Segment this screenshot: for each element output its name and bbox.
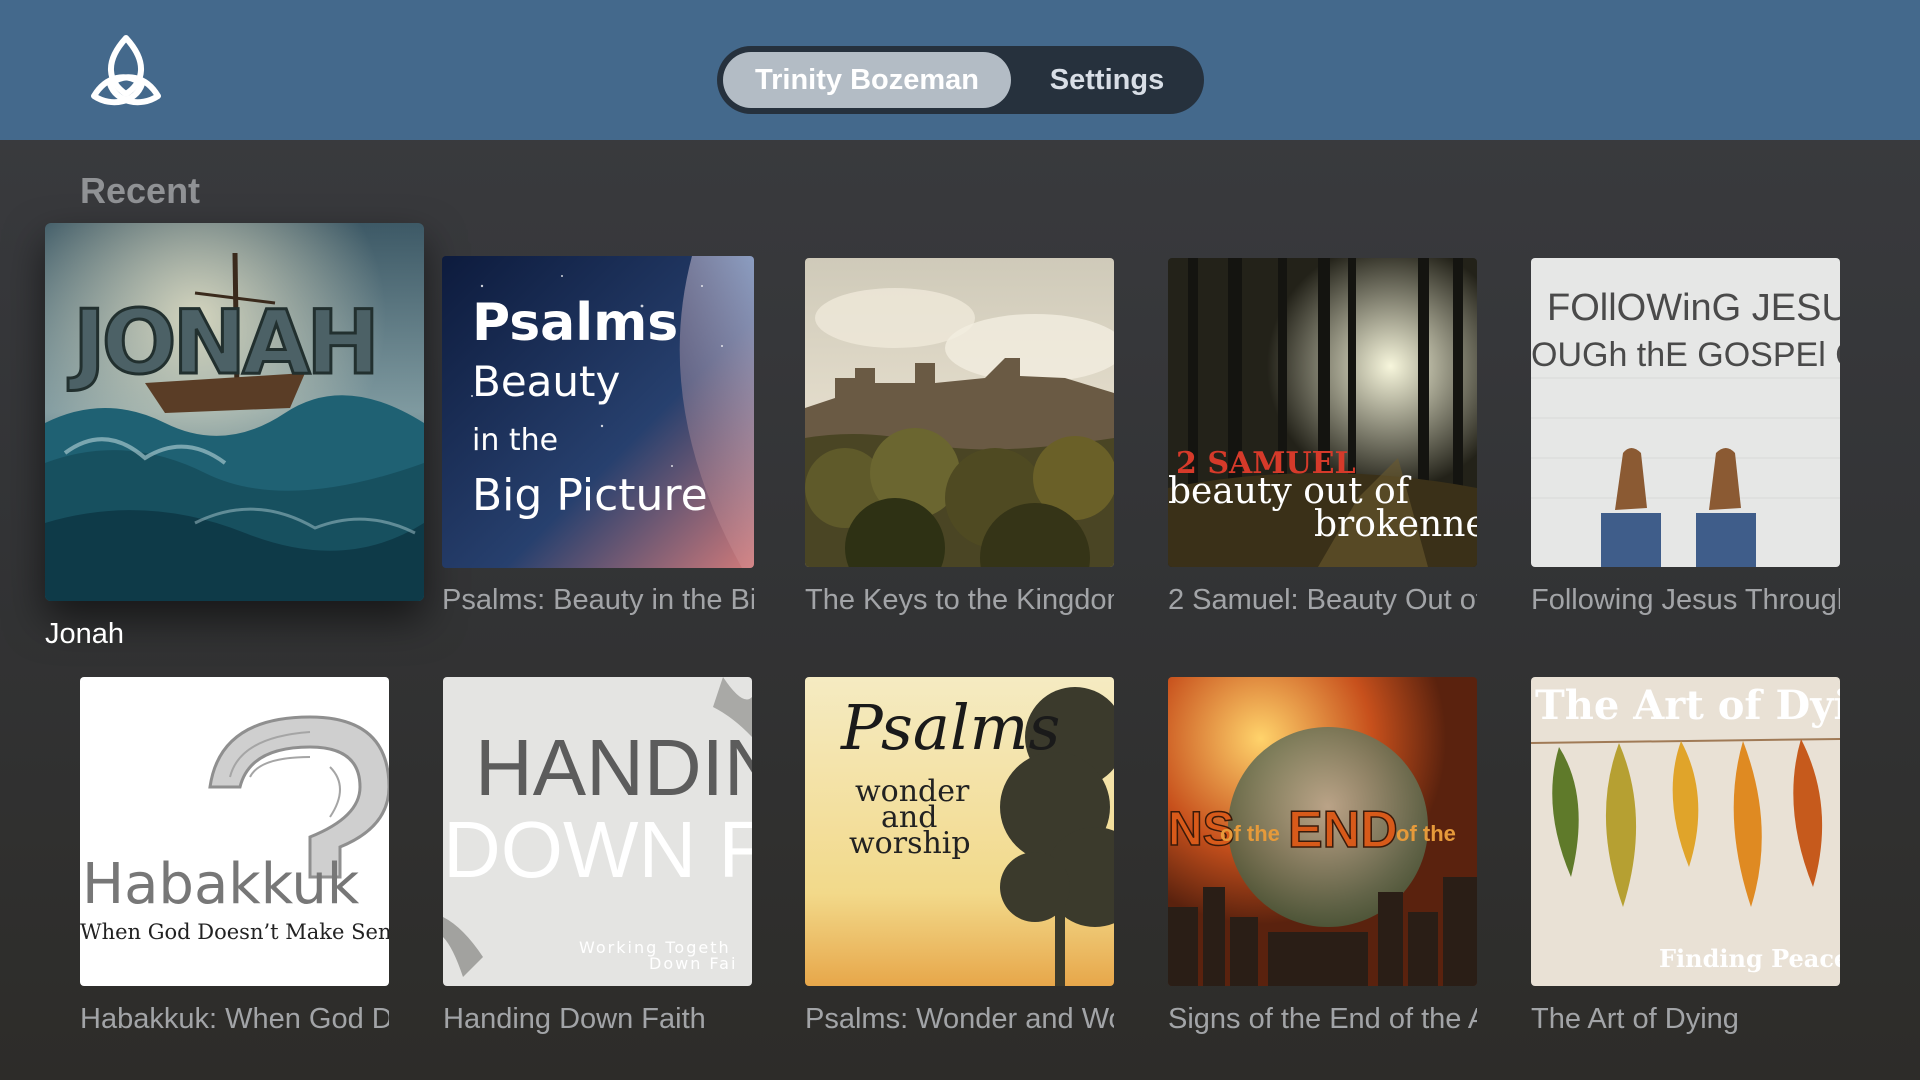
series-card-keys-kingdom[interactable]: The Keys to the Kingdom xyxy=(805,258,1114,626)
series-title: The Art of Dying xyxy=(1531,1003,1739,1035)
series-artwork: The Art of Dying Finding Peace xyxy=(1531,677,1840,986)
series-card-psalms-wonder[interactable]: Psalms wonder and worship Psalms: Wonder… xyxy=(805,677,1114,1045)
series-card-psalms-beauty[interactable]: Psalms Beauty in the Big Picture Psalms:… xyxy=(442,256,754,626)
series-card-habakkuk[interactable]: Habakkuk When God Doesn’t Make Sense Hab… xyxy=(80,677,389,1045)
triquetra-icon xyxy=(86,32,166,108)
artwork-text: Psalms xyxy=(472,293,678,353)
series-artwork: Psalms Beauty in the Big Picture xyxy=(442,256,754,568)
series-card-art-of-dying[interactable]: The Art of Dying Finding Peace The Art o… xyxy=(1531,677,1840,1045)
series-title: Signs of the End of the Age xyxy=(1168,1003,1477,1035)
artwork-text: END xyxy=(1288,801,1398,859)
series-artwork xyxy=(805,258,1114,567)
artwork-text: FOllOWinG JESUS xyxy=(1547,287,1840,329)
artwork-text: When God Doesn’t Make Sense xyxy=(80,920,389,944)
artwork-text: of the xyxy=(1220,821,1280,846)
top-bar: Trinity Bozeman Settings xyxy=(0,0,1920,140)
top-tab-bar: Trinity Bozeman Settings xyxy=(717,46,1204,114)
series-artwork: 2 SAMUEL beauty out of brokenne xyxy=(1168,258,1477,567)
series-card-following-jesus[interactable]: FOllOWinG JESUS OUGh thE GOSPEl OF MA Fo… xyxy=(1531,258,1840,626)
series-artwork: FOllOWinG JESUS OUGh thE GOSPEl OF MA xyxy=(1531,258,1840,567)
artwork-text: Beauty xyxy=(472,357,620,406)
series-card-jonah[interactable]: JONAH Jonah xyxy=(45,223,424,663)
series-artwork: Psalms wonder and worship xyxy=(805,677,1114,986)
tab-trinity-bozeman[interactable]: Trinity Bozeman xyxy=(723,52,1011,108)
jonah-art-text: JONAH xyxy=(68,291,376,394)
artwork-text: Big Picture xyxy=(472,470,708,521)
section-title-recent: Recent xyxy=(80,170,201,211)
artwork-text: Finding Peace xyxy=(1659,944,1840,973)
artwork-text: in the xyxy=(472,423,558,458)
series-title: Psalms: Wonder and Worship xyxy=(805,1003,1114,1035)
artwork-text: OUGh thE GOSPEl OF MA xyxy=(1531,336,1840,374)
series-title: Handing Down Faith xyxy=(443,1003,706,1035)
series-artwork: JONAH xyxy=(45,223,424,601)
series-artwork: NS of the END of the xyxy=(1168,677,1477,986)
series-artwork: HANDING DOWN FAITH Working Togeth Down F… xyxy=(443,677,752,986)
series-title: 2 Samuel: Beauty Out of Brokenness xyxy=(1168,584,1477,616)
series-card-handing-down-faith[interactable]: HANDING DOWN FAITH Working Togeth Down F… xyxy=(443,677,752,1045)
series-card-2-samuel[interactable]: 2 SAMUEL beauty out of brokenne 2 Samuel… xyxy=(1168,258,1477,626)
tab-settings[interactable]: Settings xyxy=(1017,52,1197,108)
series-title: Psalms: Beauty in the Big Picture xyxy=(442,584,754,616)
artwork-text: Habakkuk xyxy=(82,852,360,917)
artwork-text: of the xyxy=(1396,821,1456,846)
series-title: The Keys to the Kingdom xyxy=(805,584,1114,616)
series-title: Jonah xyxy=(45,618,125,650)
series-title: Habakkuk: When God Doesn't Make Sense xyxy=(80,1003,389,1035)
artwork-text: Psalms xyxy=(840,691,1060,764)
artwork-text: DOWN FAITH xyxy=(443,805,752,894)
series-artwork: Habakkuk When God Doesn’t Make Sense xyxy=(80,677,389,986)
series-card-signs-end[interactable]: NS of the END of the Signs of the End of… xyxy=(1168,677,1477,1045)
artwork-text: The Art of Dying xyxy=(1535,682,1840,729)
artwork-text: Down Fai xyxy=(649,954,737,973)
artwork-text: worship xyxy=(849,826,971,861)
series-title: Following Jesus Through the Gospel of Ma… xyxy=(1531,584,1840,616)
artwork-text: HANDING xyxy=(475,723,752,812)
artwork-text: brokenne xyxy=(1314,504,1477,545)
